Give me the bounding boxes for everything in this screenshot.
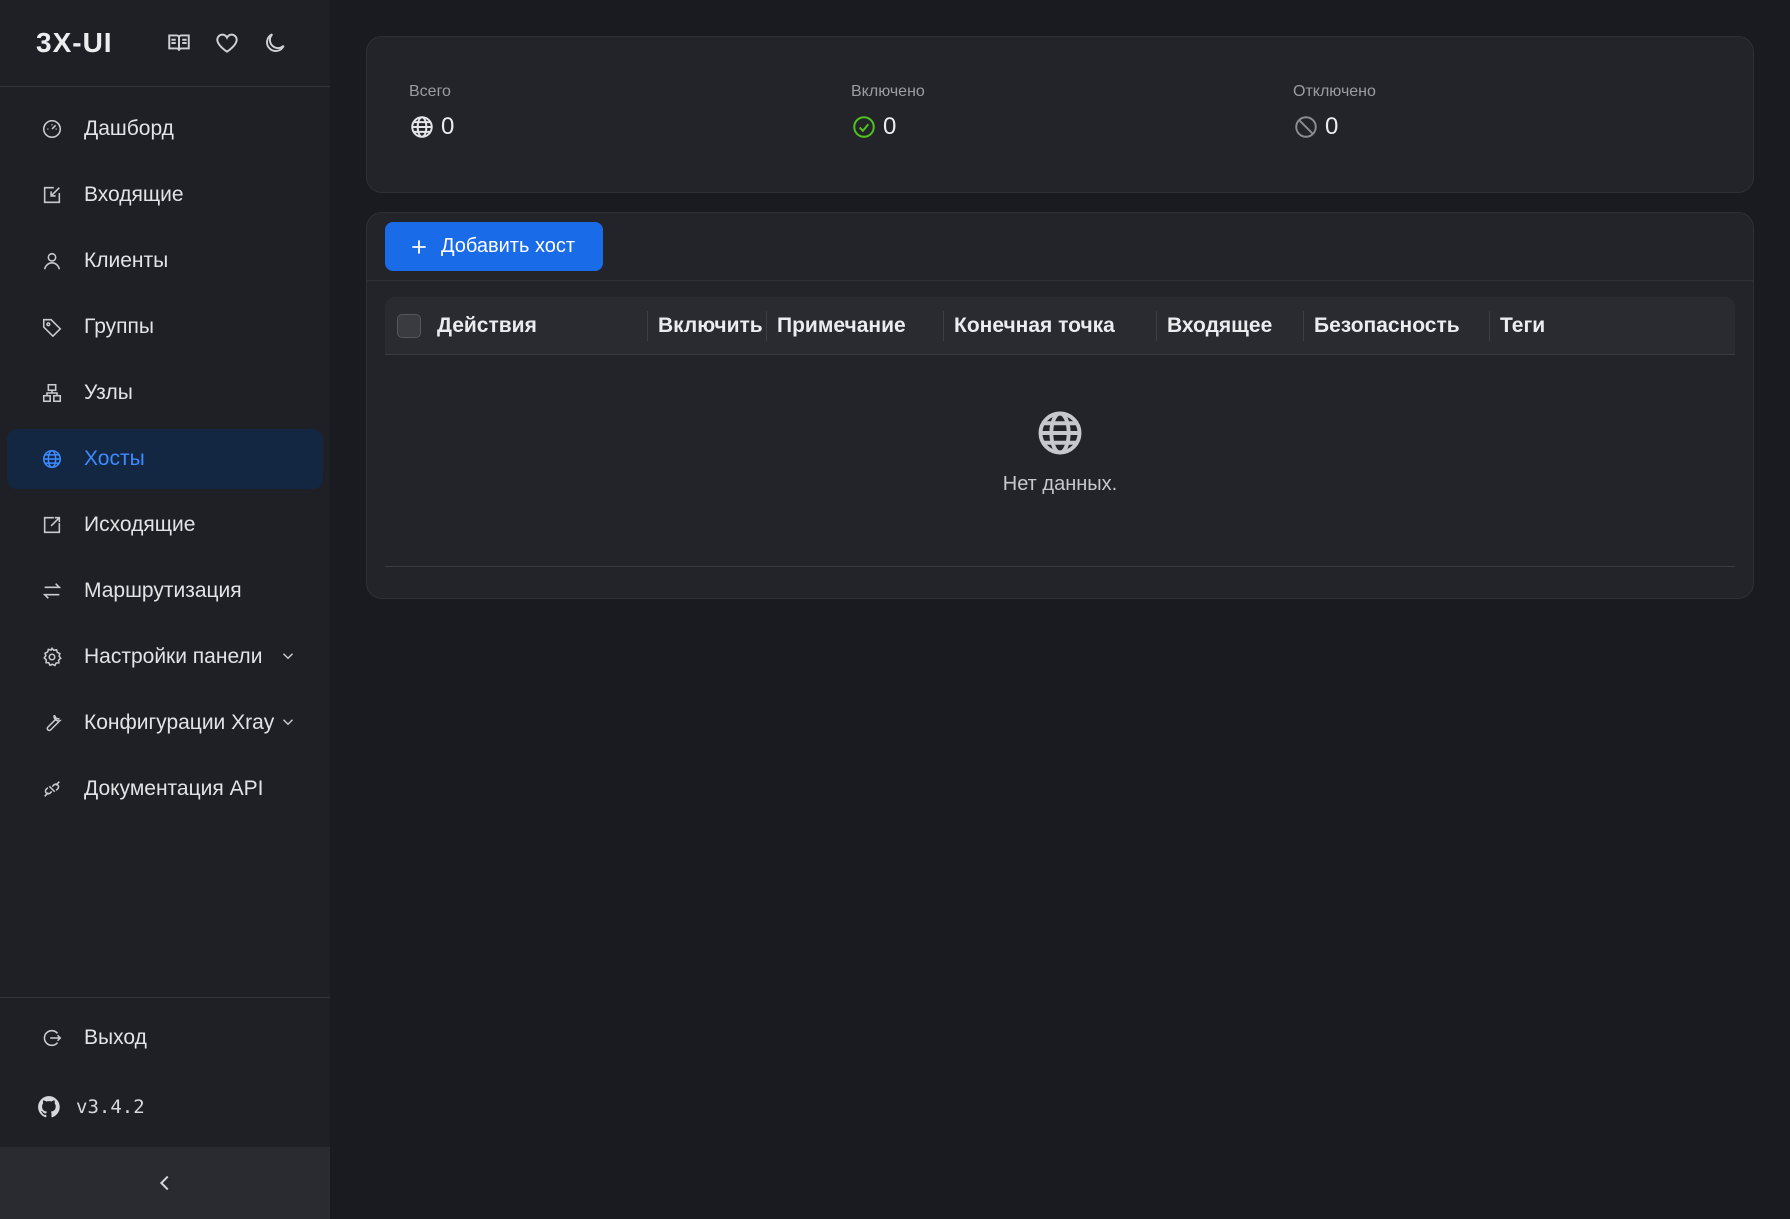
column-header-endpoint[interactable]: Конечная точка [954,297,1115,355]
logout-label: Выход [84,1026,147,1049]
table-toolbar: Добавить хост [367,213,1753,281]
sidebar-bottom: Выход v3.4.2 [0,997,330,1140]
chevron-down-icon[interactable] [279,647,297,665]
sidebar-item-panel-settings[interactable]: Настройки панели [7,627,323,687]
nodes-icon [40,381,64,405]
column-divider [1489,311,1490,341]
add-host-label: Добавить хост [441,235,576,257]
moon-icon[interactable] [260,28,290,58]
column-header-actions[interactable]: Действия [437,297,537,355]
app-root: 3X-UI Дашборд Входящие Клиенты Группы Уз… [0,0,1790,1219]
table-empty-state: Нет данных. [385,355,1735,567]
version-text: v3.4.2 [76,1096,145,1118]
sidebar-item-label: Конфигурации Xray [84,711,275,734]
sidebar-item-label: Документация API [84,777,264,800]
stat-disabled: Отключено 0 [1293,83,1376,141]
stat-disabled-value: 0 [1325,113,1339,140]
table-header: Действия Включить Примечание Конечная то… [385,297,1735,355]
globe-icon [40,447,64,471]
stat-disabled-value-row: 0 [1293,113,1376,141]
sidebar-item-label: Клиенты [84,249,169,272]
sidebar-item-xray-configs[interactable]: Конфигурации Xray [7,693,323,753]
outbound-icon [40,513,64,537]
sidebar-item-label: Настройки панели [84,645,263,668]
column-divider [943,311,944,341]
sidebar-item-label: Хосты [84,447,145,470]
api-icon [40,777,64,801]
sidebar-item-routing[interactable]: Маршрутизация [7,561,323,621]
hosts-table-card: Добавить хост Действия Включить Примечан… [366,212,1754,599]
globe-icon [1038,411,1082,455]
column-divider [1303,311,1304,341]
chevron-left-icon [159,1175,169,1191]
sidebar-item-label: Узлы [84,381,133,404]
sidebar-item-label: Маршрутизация [84,579,242,602]
clients-icon [40,249,64,273]
stat-enabled-value-row: 0 [851,113,925,141]
wrench-icon [40,711,64,735]
sidebar-item-label: Группы [84,315,154,338]
column-divider [766,311,767,341]
globe-icon [411,116,433,138]
column-header-tags[interactable]: Теги [1500,297,1545,355]
logout-icon [40,1026,64,1050]
add-host-button[interactable]: Добавить хост [385,222,603,271]
block-icon [1295,116,1317,138]
stat-enabled-value: 0 [883,113,897,140]
stat-total-value-row: 0 [409,113,454,141]
column-header-security[interactable]: Безопасность [1314,297,1460,355]
sidebar-item-groups[interactable]: Группы [7,297,323,357]
stat-total: Всего 0 [409,83,454,141]
version-link[interactable]: v3.4.2 [0,1074,330,1140]
sidebar-item-nodes[interactable]: Узлы [7,363,323,423]
sidebar-item-dashboard[interactable]: Дашборд [7,99,323,159]
stat-enabled-label: Включено [851,83,925,100]
book-icon[interactable] [164,28,194,58]
sidebar-item-label: Дашборд [84,117,174,140]
sidebar: 3X-UI Дашборд Входящие Клиенты Группы Уз… [0,0,330,1219]
plus-icon [412,239,426,254]
stats-card: Всего 0 Включено 0 Отключено 0 [366,36,1754,193]
sidebar-item-clients[interactable]: Клиенты [7,231,323,291]
logout-button[interactable]: Выход [7,1008,323,1068]
heart-icon[interactable] [212,28,242,58]
stat-total-value: 0 [441,113,455,140]
column-header-remark[interactable]: Примечание [777,297,906,355]
github-icon [36,1094,62,1120]
sidebar-item-label: Входящие [84,183,184,206]
sidebar-collapse-button[interactable] [0,1147,330,1219]
inbound-icon [40,183,64,207]
sidebar-item-outbounds[interactable]: Исходящие [7,495,323,555]
sidebar-item-inbounds[interactable]: Входящие [7,165,323,225]
column-divider [1156,311,1157,341]
header-icon-group [164,28,290,58]
dashboard-icon [40,117,64,141]
stat-enabled: Включено 0 [851,83,925,141]
check-circle-icon [853,116,875,138]
select-all-checkbox[interactable] [397,314,421,338]
routing-icon [40,579,64,603]
column-header-inbound[interactable]: Входящее [1167,297,1272,355]
stat-total-label: Всего [409,83,451,100]
stat-disabled-label: Отключено [1293,83,1376,100]
brand-bar: 3X-UI [0,0,330,87]
tag-icon [40,315,64,339]
column-header-enable[interactable]: Включить [658,297,763,355]
sidebar-item-hosts[interactable]: Хосты [7,429,323,489]
column-divider [647,311,648,341]
brand-title: 3X-UI [36,27,113,58]
chevron-down-icon[interactable] [279,713,297,731]
empty-state-text: Нет данных. [1002,473,1118,495]
sidebar-item-api-docs[interactable]: Документация API [7,759,323,819]
gear-icon [40,645,64,669]
sidebar-item-label: Исходящие [84,513,196,536]
sidebar-menu: Дашборд Входящие Клиенты Группы Узлы Хос… [0,87,330,819]
